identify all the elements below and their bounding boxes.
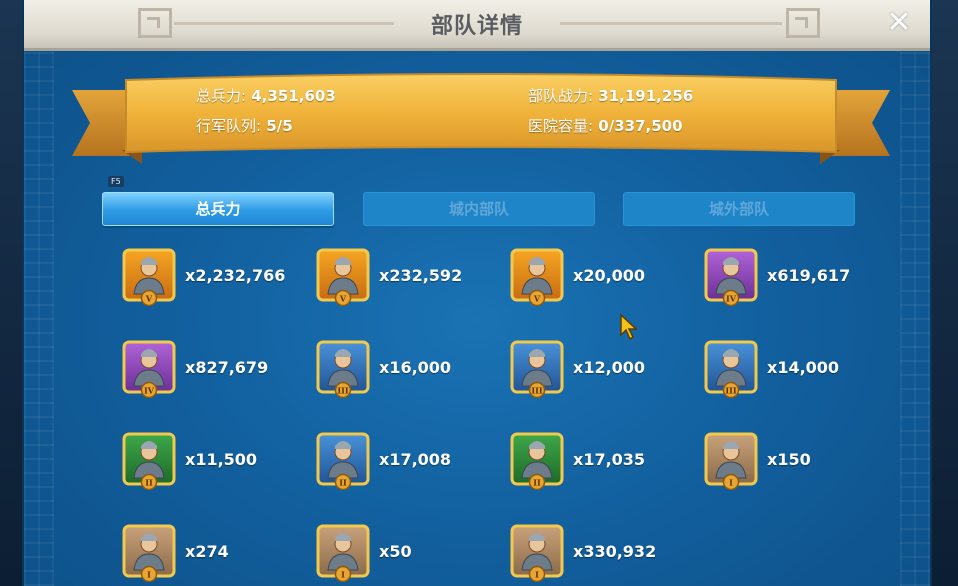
hotkey-badge: F5 [108, 176, 124, 187]
ribbon-banner-graphic [72, 73, 890, 164]
troop-slot[interactable]: Vx2,232,766 [122, 248, 322, 312]
siege-tier1-icon: I [510, 524, 564, 582]
border-pattern-left [24, 52, 54, 586]
troop-count: x274 [185, 542, 229, 561]
tier-badge-text: IV [726, 294, 737, 304]
troop-count: x2,232,766 [185, 266, 286, 285]
border-pattern-right [900, 52, 930, 586]
archer-tier1-icon: I [316, 524, 370, 582]
tab-in-city-troops[interactable]: 城内部队 [363, 192, 595, 226]
troop-slot[interactable]: Vx232,592 [316, 248, 516, 312]
cavalry-tier2-icon: II [316, 432, 370, 490]
cavalry-tier1-icon: I [122, 524, 176, 582]
infantry-tier1-icon: I [704, 432, 758, 490]
window-title: 部队详情 [430, 14, 523, 39]
siege-tier5-icon: V [316, 248, 370, 306]
troop-count: x50 [379, 542, 412, 561]
troop-slot[interactable]: III x12,000 [510, 340, 710, 404]
tier-badge-text: I [341, 570, 345, 580]
archer-tier5-icon: V [510, 248, 564, 306]
tier-badge-text: V [145, 294, 153, 304]
troop-slot[interactable]: IV x827,679 [122, 340, 322, 404]
tier-badge-text: I [147, 570, 151, 580]
tier-badge-text: III [531, 386, 542, 396]
total-troops-stat: 总兵力: 4,351,603 [196, 85, 336, 106]
tier-badge-text: I [535, 570, 539, 580]
infantry-tier3-icon: III [316, 340, 370, 398]
troop-power-value: 31,191,256 [598, 87, 694, 105]
background-left [0, 0, 22, 586]
troop-slot[interactable]: Ix150 [704, 432, 904, 496]
tier-badge-text: II [339, 478, 347, 488]
archer-tier3-icon: III [704, 340, 758, 398]
troop-slot[interactable]: II x11,500 [122, 432, 322, 496]
hospital-capacity-value: 0/337,500 [598, 117, 683, 135]
march-queue-stat: 行军队列: 5/5 [196, 115, 293, 136]
troop-details-window: 部队详情 ✕ 总兵力: 4,351,603 部队战力: 31,191,256 行… [22, 0, 932, 586]
tab-out-of-city-troops[interactable]: 城外部队 [623, 192, 855, 226]
tier-badge-text: III [725, 386, 736, 396]
troop-slot[interactable]: II x17,008 [316, 432, 516, 496]
troop-slot[interactable]: IV x619,617 [704, 248, 904, 312]
troop-slot[interactable]: III x16,000 [316, 340, 516, 404]
total-troops-value: 4,351,603 [251, 87, 336, 105]
troop-slot[interactable]: II x17,035 [510, 432, 710, 496]
hospital-capacity-label: 医院容量: [528, 117, 594, 135]
troop-count: x14,000 [767, 358, 840, 377]
tier-badge-text: II [145, 478, 153, 488]
troop-count: x232,592 [379, 266, 463, 285]
troop-power-stat: 部队战力: 31,191,256 [528, 85, 693, 106]
troop-count: x619,617 [767, 266, 851, 285]
tier-badge-text: V [533, 294, 541, 304]
tier-badge-text: I [729, 478, 733, 488]
infantry-tier4-icon: IV [704, 248, 758, 306]
total-troops-label: 总兵力: [196, 87, 247, 105]
tab-total-troops[interactable]: 总兵力 [102, 192, 334, 226]
window-header: 部队详情 ✕ [24, 0, 930, 51]
tier-badge-text: V [339, 294, 347, 304]
troop-power-label: 部队战力: [528, 87, 594, 105]
troop-slot[interactable]: Ix330,932 [510, 524, 710, 586]
infantry-tier2-icon: II [122, 432, 176, 490]
troop-count: x12,000 [573, 358, 646, 377]
cavalry-tier3-icon: III [510, 340, 564, 398]
troop-count: x827,679 [185, 358, 269, 377]
troop-slot[interactable]: Vx20,000 [510, 248, 710, 312]
troop-count: x150 [767, 450, 811, 469]
tier-badge-text: IV [144, 386, 155, 396]
mouse-cursor-icon [620, 313, 638, 341]
march-queue-value: 5/5 [266, 117, 293, 135]
troop-count: x20,000 [573, 266, 646, 285]
archer-tier2-icon: II [510, 432, 564, 490]
troop-slot[interactable]: III x14,000 [704, 340, 904, 404]
close-icon: ✕ [886, 5, 912, 40]
troop-count: x330,932 [573, 542, 657, 561]
troop-slot[interactable]: Ix50 [316, 524, 516, 586]
archer-tier4-icon: IV [122, 340, 176, 398]
march-queue-label: 行军队列: [196, 117, 262, 135]
close-button[interactable]: ✕ [882, 6, 916, 40]
cavalry-tier5-icon: V [122, 248, 176, 306]
hospital-capacity-stat: 医院容量: 0/337,500 [528, 115, 683, 136]
troop-count: x16,000 [379, 358, 452, 377]
summary-banner: 总兵力: 4,351,603 部队战力: 31,191,256 行军队列: 5/… [72, 72, 890, 164]
troop-count: x11,500 [185, 450, 258, 469]
tier-badge-text: III [337, 386, 348, 396]
tier-badge-text: II [533, 478, 541, 488]
background-right [932, 0, 958, 586]
troop-slot[interactable]: Ix274 [122, 524, 322, 586]
troop-count: x17,035 [573, 450, 646, 469]
troop-count: x17,008 [379, 450, 452, 469]
